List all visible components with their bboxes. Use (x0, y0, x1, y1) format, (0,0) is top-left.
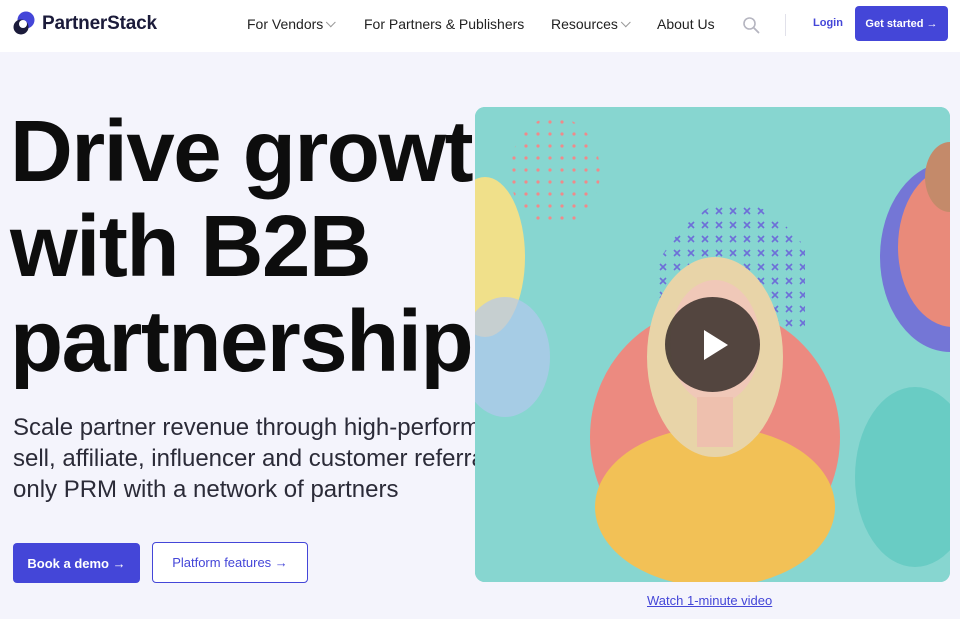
site-header: PartnerStack For Vendors For Partners & … (0, 0, 960, 52)
logo-text: PartnerStack (42, 13, 157, 34)
chevron-down-icon (620, 16, 631, 27)
platform-features-button[interactable]: Platform features → (152, 542, 308, 583)
logo-icon (12, 11, 36, 37)
nav-about-us[interactable]: About Us (657, 16, 715, 32)
get-started-button[interactable]: Get started → (855, 6, 948, 41)
watch-video-link[interactable]: Watch 1-minute video (647, 593, 772, 608)
nav-for-partners-publishers[interactable]: For Partners & Publishers (364, 16, 524, 32)
hero-video[interactable] (475, 107, 950, 582)
search-icon[interactable] (742, 16, 760, 34)
nav-resources[interactable]: Resources (551, 16, 631, 32)
chevron-down-icon (326, 16, 337, 27)
play-button[interactable] (665, 297, 760, 392)
nav-for-vendors[interactable]: For Vendors (247, 16, 337, 32)
header-divider (785, 14, 786, 36)
nav-label: About Us (657, 16, 715, 32)
book-demo-button[interactable]: Book a demo → (13, 543, 140, 583)
logo[interactable]: PartnerStack (12, 11, 157, 37)
nav-label: Resources (551, 16, 618, 32)
nav-label: For Vendors (247, 16, 324, 32)
nav-label: For Partners & Publishers (364, 16, 525, 32)
login-link[interactable]: Login (813, 17, 843, 29)
play-icon (703, 329, 728, 360)
